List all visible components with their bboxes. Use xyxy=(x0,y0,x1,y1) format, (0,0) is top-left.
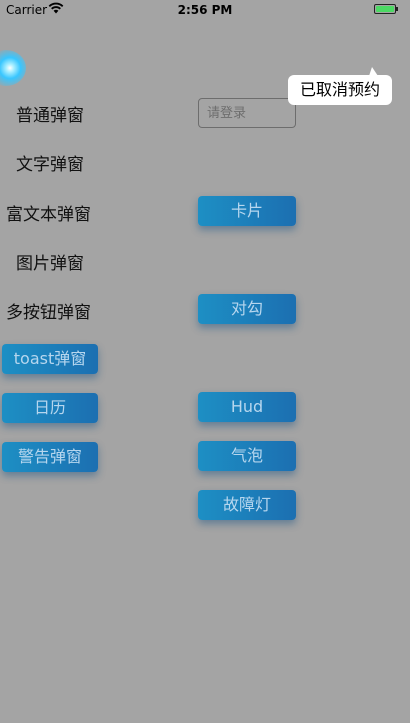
warning-popup-button[interactable]: 警告弹窗 xyxy=(2,442,98,472)
multi-button-popup-item[interactable]: 多按钮弹窗 xyxy=(6,298,91,323)
card-button[interactable]: 卡片 xyxy=(198,196,296,226)
normal-popup-item[interactable]: 普通弹窗 xyxy=(16,101,84,126)
calendar-button[interactable]: 日历 xyxy=(2,393,98,423)
toast-tail xyxy=(369,67,378,76)
toast-message: 已取消预约 xyxy=(288,67,392,105)
battery-level xyxy=(376,6,394,12)
toast-text: 已取消预约 xyxy=(299,80,380,99)
toast-popup-button[interactable]: toast弹窗 xyxy=(2,344,98,374)
rich-text-popup-item[interactable]: 富文本弹窗 xyxy=(6,200,91,225)
checkmark-button[interactable]: 对勾 xyxy=(198,294,296,324)
glow-effect xyxy=(0,50,26,86)
text-popup-item[interactable]: 文字弹窗 xyxy=(16,150,84,175)
bubble-button[interactable]: 气泡 xyxy=(198,441,296,471)
status-time: 2:56 PM xyxy=(177,3,233,17)
battery-nub xyxy=(396,7,398,11)
image-popup-item[interactable]: 图片弹窗 xyxy=(16,249,84,274)
status-bar: Carrier 2:56 PM xyxy=(0,0,410,20)
fault-light-button[interactable]: 故障灯 xyxy=(198,490,296,520)
hud-button[interactable]: Hud xyxy=(198,392,296,422)
login-input[interactable] xyxy=(198,98,296,128)
battery-icon xyxy=(374,4,398,14)
